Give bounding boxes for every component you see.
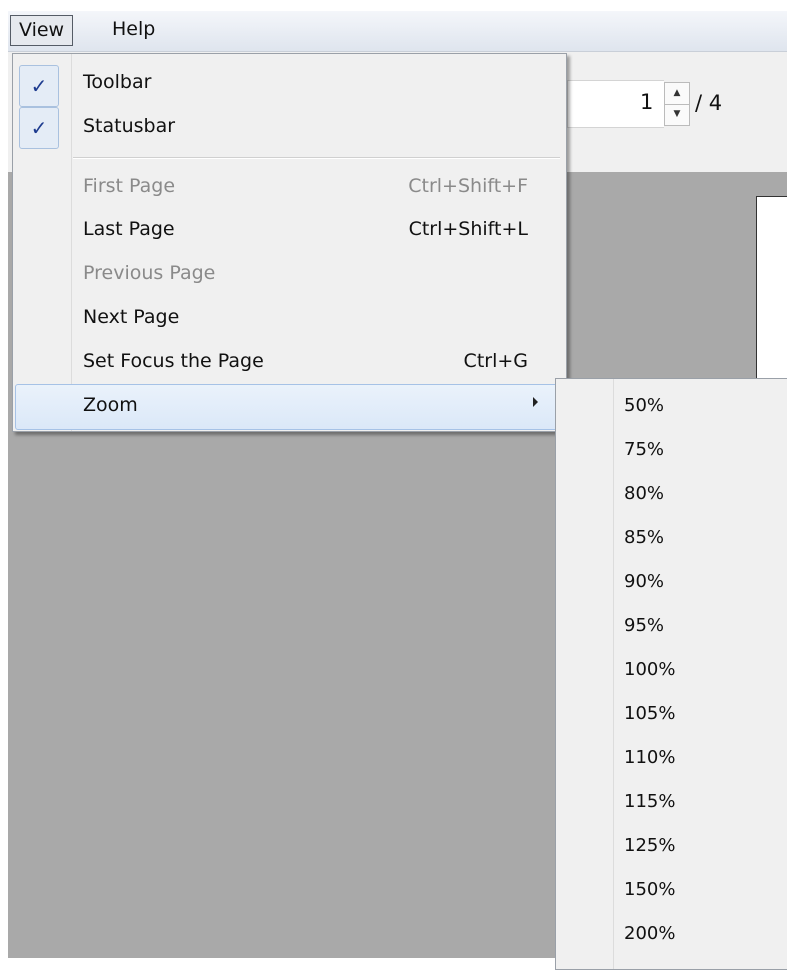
menu-item-first-page[interactable]: First Page bbox=[83, 175, 175, 197]
view-menu: ✓ Toolbar ✓ Statusbar First Page Ctrl+Sh… bbox=[12, 53, 567, 432]
zoom-option-50[interactable]: 50% bbox=[624, 395, 664, 416]
zoom-option-95[interactable]: 95% bbox=[624, 615, 664, 636]
menu-item-toolbar[interactable]: Toolbar bbox=[83, 71, 151, 93]
zoom-option-100[interactable]: 100% bbox=[624, 659, 675, 680]
zoom-option-150[interactable]: 150% bbox=[624, 879, 675, 900]
menu-item-set-focus-page[interactable]: Set Focus the Page bbox=[83, 350, 264, 372]
menu-item-last-page[interactable]: Last Page bbox=[83, 218, 175, 240]
zoom-option-200[interactable]: 200% bbox=[624, 923, 675, 944]
toolbar-checkmark-icon: ✓ bbox=[19, 65, 59, 107]
menu-bar: View Help bbox=[8, 11, 787, 52]
zoom-submenu: 50% 75% 80% 85% 90% 95% 100% 105% 110% 1… bbox=[555, 378, 787, 970]
zoom-option-85[interactable]: 85% bbox=[624, 527, 664, 548]
zoom-option-110[interactable]: 110% bbox=[624, 747, 675, 768]
statusbar-checkmark-icon: ✓ bbox=[19, 107, 59, 149]
spin-up-icon[interactable]: ▲ bbox=[665, 83, 689, 105]
menu-view[interactable]: View bbox=[10, 15, 74, 46]
zoom-option-115[interactable]: 115% bbox=[624, 791, 675, 812]
menu-gutter-divider bbox=[71, 54, 72, 431]
submenu-gutter-divider bbox=[613, 379, 614, 969]
menu-separator bbox=[73, 157, 560, 159]
document-page bbox=[756, 196, 787, 388]
shortcut-set-focus-page: Ctrl+G bbox=[463, 350, 528, 372]
zoom-option-75[interactable]: 75% bbox=[624, 439, 664, 460]
shortcut-first-page: Ctrl+Shift+F bbox=[408, 175, 528, 197]
page-spinner[interactable]: ▲ ▼ bbox=[664, 82, 690, 126]
zoom-option-125[interactable]: 125% bbox=[624, 835, 675, 856]
submenu-arrow-icon bbox=[533, 397, 538, 407]
menu-item-statusbar[interactable]: Statusbar bbox=[83, 115, 175, 137]
menu-item-previous-page[interactable]: Previous Page bbox=[83, 262, 215, 284]
zoom-option-80[interactable]: 80% bbox=[624, 483, 664, 504]
shortcut-last-page: Ctrl+Shift+L bbox=[408, 218, 528, 240]
menu-help[interactable]: Help bbox=[104, 15, 163, 44]
menu-item-zoom[interactable]: Zoom bbox=[83, 394, 138, 416]
zoom-option-105[interactable]: 105% bbox=[624, 703, 675, 724]
zoom-option-90[interactable]: 90% bbox=[624, 571, 664, 592]
page-total: / 4 bbox=[695, 91, 723, 115]
menu-item-next-page[interactable]: Next Page bbox=[83, 306, 179, 328]
page-number-value: 1 bbox=[640, 90, 654, 114]
window-top-edge bbox=[0, 0, 787, 11]
spin-down-icon[interactable]: ▼ bbox=[665, 104, 689, 125]
